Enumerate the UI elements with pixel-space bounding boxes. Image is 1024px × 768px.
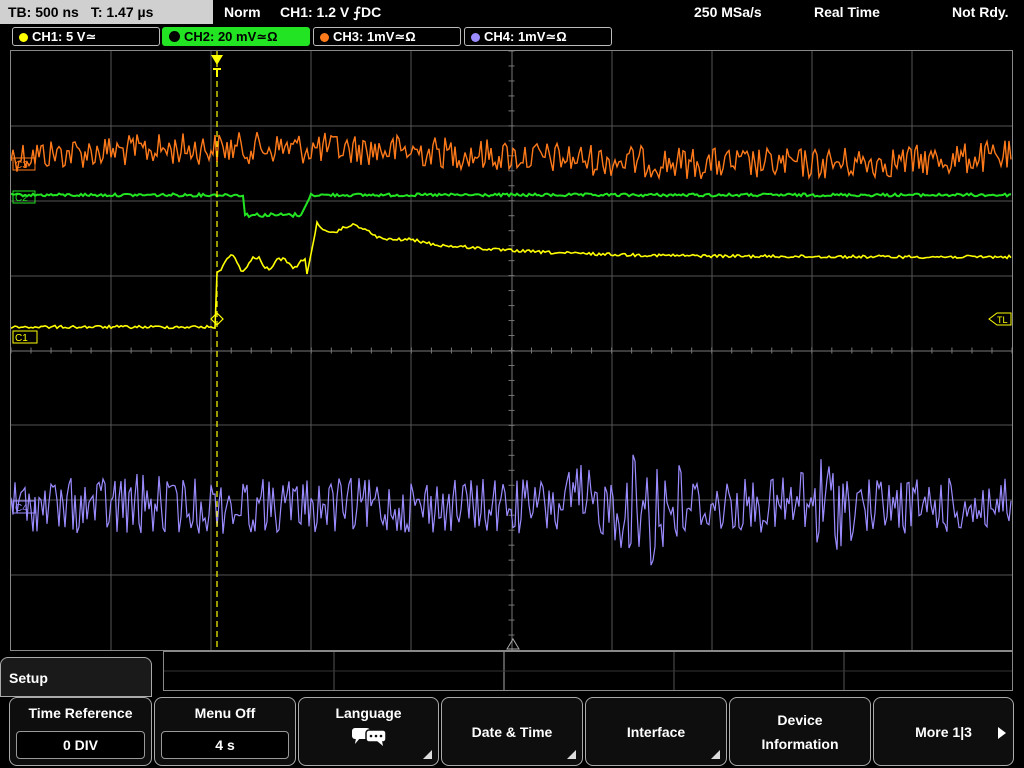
more-button[interactable]: More 1|3 [873, 697, 1014, 766]
device-information-label-line1: Device [777, 711, 823, 728]
menu-off-value: 4 s [161, 731, 289, 759]
menu-off-button[interactable]: Menu Off 4 s [154, 697, 296, 766]
speech-bubbles-icon [351, 728, 387, 746]
graticule-grid [11, 51, 1012, 650]
ch2-dot-icon [169, 31, 180, 42]
ch4-waveform [11, 454, 1012, 566]
ch2-ground-marker: C2 [12, 190, 36, 204]
interface-label: Interface [626, 723, 686, 740]
ch3-label: CH3: 1mV≃Ω [333, 29, 416, 44]
overview-strip-grid [164, 652, 1012, 690]
ch2-label: CH2: 20 mV≃Ω [184, 29, 278, 44]
timebase-box[interactable]: TB: 500 ns T: 1.47 µs [0, 0, 213, 24]
channel-tab-ch1[interactable]: CH1: 5 V≃ [12, 27, 160, 46]
waveform-canvas: C3 C2 C1 C4 TL [11, 51, 1012, 650]
time-reference-value: 0 DIV [16, 731, 145, 759]
more-label: More 1|3 [915, 723, 972, 740]
channel-tab-ch2[interactable]: CH2: 20 mV≃Ω [162, 27, 310, 46]
trigger-level-marker: TL [988, 312, 1012, 326]
channel-tab-ch3[interactable]: CH3: 1mV≃Ω [313, 27, 461, 46]
acquisition-status: Not Rdy. [952, 4, 1009, 20]
ch1-label: CH1: 5 V≃ [32, 29, 97, 44]
time-reference-button[interactable]: Time Reference 0 DIV [9, 697, 152, 766]
language-button[interactable]: Language [298, 697, 439, 766]
channel-tab-ch4[interactable]: CH4: 1mV≃Ω [464, 27, 612, 46]
ch4-dot-icon [471, 33, 480, 42]
device-information-button[interactable]: Device Information [729, 697, 871, 766]
menu-off-label: Menu Off [194, 705, 256, 721]
date-time-label: Date & Time [471, 723, 553, 740]
horizontal-reference-icon [506, 638, 520, 650]
overview-strip [163, 651, 1013, 691]
ch1-marker-text: C1 [15, 333, 28, 344]
submenu-indicator-icon [423, 750, 432, 759]
ch1-ground-marker: C1 [12, 330, 38, 344]
waveform-display[interactable]: C3 C2 C1 C4 TL [10, 50, 1013, 651]
trigger-level-text: TL [997, 315, 1008, 325]
ch3-dot-icon [320, 33, 329, 42]
language-label: Language [335, 705, 402, 721]
device-information-label-line2: Information [761, 735, 839, 752]
status-bar: TB: 500 ns T: 1.47 µs Norm CH1: 1.2 V ⨍DC… [0, 0, 1024, 24]
trigger-mode[interactable]: Norm [224, 0, 261, 24]
time-reference-label: Time Reference [28, 705, 133, 721]
acquisition-mode: Real Time [814, 4, 880, 20]
interface-button[interactable]: Interface [585, 697, 727, 766]
trigger-time-label: T: 1.47 µs [90, 4, 154, 20]
sample-rate: 250 MSa/s [694, 4, 762, 20]
ch4-marker-text: C4 [15, 503, 28, 514]
ch2-marker-text: C2 [15, 193, 28, 204]
ch3-marker-text: C3 [15, 160, 28, 171]
menu-title-tab: Setup [0, 657, 152, 697]
submenu-indicator-icon [567, 750, 576, 759]
submenu-indicator-icon [711, 750, 720, 759]
timebase-label: TB: 500 ns [8, 4, 79, 20]
ch4-label: CH4: 1mV≃Ω [484, 29, 567, 44]
date-time-button[interactable]: Date & Time [441, 697, 583, 766]
ch2-waveform [11, 191, 1012, 219]
arrow-right-icon [998, 727, 1006, 739]
trigger-info[interactable]: CH1: 1.2 V ⨍DC [280, 0, 381, 24]
ch1-dot-icon [19, 33, 28, 42]
